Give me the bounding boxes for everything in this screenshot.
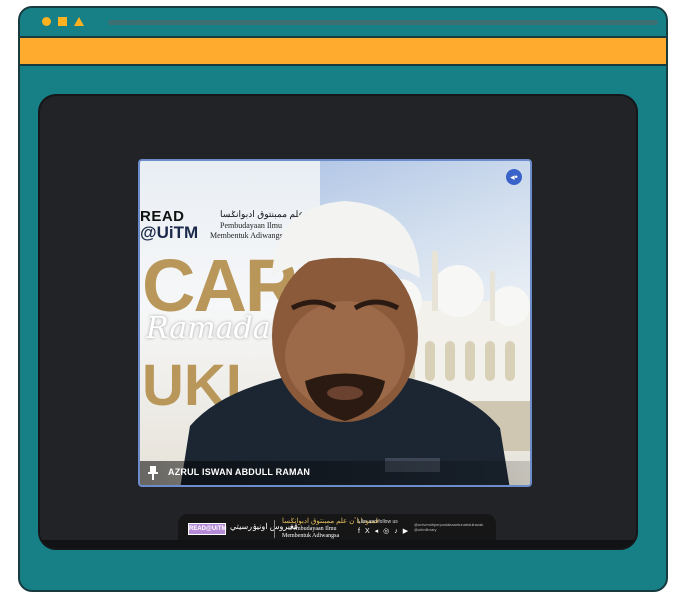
window-circle-control[interactable]	[42, 17, 51, 26]
footer-social-icons: f X ◂ ◎ ♪ ▶	[358, 528, 408, 536]
window-controls	[42, 17, 84, 26]
window-square-control[interactable]	[58, 17, 67, 26]
footer-logo-text: READ@UiTM	[189, 526, 227, 532]
bottom-strip	[40, 540, 636, 548]
footer-like-text: Like and follow us	[358, 519, 398, 525]
footer-divider	[274, 520, 275, 538]
pin-icon[interactable]	[148, 466, 158, 480]
x-icon[interactable]: X	[365, 528, 370, 536]
participant-video-tile[interactable]: READ @UiTM ڤمبوداياٴن علم ممبنتوق ادبوان…	[138, 159, 532, 487]
participant-image	[180, 201, 510, 485]
footer-subtitle-1: Pembudayaan Ilmu	[290, 526, 337, 532]
instagram-icon[interactable]: ◎	[383, 528, 389, 536]
telegram-icon[interactable]: ◂	[375, 528, 379, 536]
video-call-area: READ @UiTM ڤمبوداياٴن علم ممبنتوق ادبوان…	[38, 94, 638, 550]
participant-name: AZRUL ISWAN ABDULL RAMAN	[168, 467, 311, 477]
address-bar[interactable]	[108, 20, 658, 25]
read-label: READ	[140, 208, 185, 225]
tiktok-icon[interactable]: ♪	[394, 528, 398, 536]
facebook-icon[interactable]: f	[358, 528, 360, 536]
audio-indicator-icon: ◂•	[506, 169, 522, 185]
title-bar	[20, 8, 666, 38]
window-triangle-control[interactable]	[74, 17, 84, 26]
footer-logo: READ@UiTM	[188, 523, 227, 535]
toolbar-strip	[20, 38, 666, 66]
participant-name-bar: AZRUL ISWAN ABDULL RAMAN	[140, 461, 530, 485]
footer-subtitle-2: Membentuk Adiwangsa	[282, 533, 340, 539]
footer-handles: @universitiperpustakaantunabdulrazak @ui…	[414, 522, 484, 532]
youtube-icon[interactable]: ▶	[403, 528, 408, 536]
